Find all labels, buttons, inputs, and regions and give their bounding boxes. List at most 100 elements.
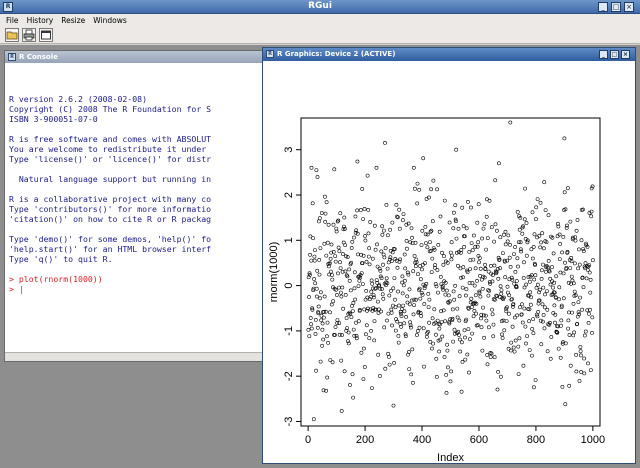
data-point: [522, 260, 526, 265]
data-point: [478, 294, 483, 299]
data-point: [385, 266, 390, 271]
data-point: [520, 231, 525, 236]
data-point: [383, 366, 388, 371]
data-point: [454, 147, 459, 152]
data-point: [555, 234, 560, 239]
console-titlebar[interactable]: R R Console: [5, 51, 269, 63]
data-point: [461, 224, 466, 229]
data-point: [397, 226, 402, 231]
data-point: [435, 318, 440, 323]
graphics-minimize-icon[interactable]: _: [599, 50, 608, 59]
data-point: [411, 312, 416, 317]
x-tick-label: 800: [527, 434, 545, 446]
r-graphics-icon: R: [266, 50, 274, 58]
data-point: [561, 234, 566, 239]
menu-resize[interactable]: Resize: [61, 16, 85, 25]
console-window[interactable]: R R Console R version 2.6.2 (2008-02-08)…: [4, 50, 270, 362]
data-point: [421, 326, 426, 331]
data-point: [479, 316, 483, 321]
data-point: [361, 377, 366, 382]
data-point: [319, 318, 324, 323]
console-prompt[interactable]: > |: [9, 284, 24, 294]
data-point: [506, 311, 511, 316]
console-output[interactable]: R version 2.6.2 (2008-02-08) Copyright (…: [5, 63, 269, 343]
graphics-maximize-icon[interactable]: □: [610, 50, 619, 59]
data-point: [466, 327, 471, 332]
data-point: [318, 296, 323, 301]
data-point: [413, 264, 418, 269]
data-point: [543, 208, 548, 213]
data-point: [340, 285, 345, 290]
data-point: [444, 288, 449, 293]
open-script-icon[interactable]: [5, 27, 19, 42]
data-point: [369, 328, 374, 333]
data-point: [530, 327, 535, 331]
data-point: [389, 307, 394, 312]
menu-file[interactable]: File: [6, 16, 19, 25]
data-point: [463, 293, 468, 298]
data-point: [530, 210, 535, 215]
data-point: [499, 288, 504, 293]
data-point: [434, 356, 439, 361]
data-point: [465, 199, 470, 204]
data-point: [352, 270, 357, 275]
data-point: [527, 319, 532, 324]
data-point: [405, 294, 410, 299]
print-icon[interactable]: [22, 27, 36, 42]
data-point: [586, 361, 590, 366]
data-point: [572, 330, 577, 335]
data-point: [481, 226, 486, 231]
data-point: [444, 372, 449, 377]
data-point: [587, 270, 592, 275]
data-point: [482, 335, 487, 340]
data-point: [578, 345, 583, 349]
data-point: [422, 286, 427, 291]
data-point: [514, 279, 519, 283]
menu-windows[interactable]: Windows: [93, 16, 126, 25]
data-point: [530, 256, 535, 261]
data-point: [358, 208, 363, 212]
graphics-window[interactable]: R R Graphics: Device 2 (ACTIVE) _ □ × 0 2…: [262, 47, 636, 464]
new-window-icon[interactable]: [39, 27, 53, 42]
data-point: [469, 296, 474, 301]
data-point: [490, 312, 495, 317]
data-point: [341, 252, 345, 256]
data-point: [459, 389, 464, 394]
data-point: [538, 200, 543, 205]
data-point: [541, 246, 546, 251]
data-point: [582, 356, 587, 361]
data-point: [578, 349, 583, 354]
data-point: [563, 260, 567, 265]
graphics-titlebar[interactable]: R R Graphics: Device 2 (ACTIVE) _ □ ×: [263, 48, 635, 61]
data-point: [565, 186, 570, 191]
data-point: [424, 241, 428, 246]
data-point: [422, 302, 427, 306]
minimize-icon[interactable]: _: [598, 2, 608, 12]
data-point: [520, 320, 525, 325]
data-point: [389, 310, 394, 315]
data-point: [503, 242, 508, 247]
data-point: [410, 235, 415, 240]
data-point: [308, 252, 313, 257]
data-point: [489, 351, 494, 356]
data-point: [347, 267, 352, 272]
data-point: [355, 159, 360, 164]
close-icon[interactable]: ×: [624, 2, 634, 12]
data-point: [380, 232, 385, 237]
data-point: [572, 289, 577, 294]
menu-history[interactable]: History: [27, 16, 54, 25]
data-point: [369, 278, 374, 283]
graphics-close-icon[interactable]: ×: [621, 50, 630, 59]
data-point: [337, 321, 342, 326]
maximize-icon[interactable]: □: [611, 2, 621, 12]
data-point: [319, 211, 324, 215]
data-point: [323, 211, 328, 216]
data-point: [395, 265, 400, 270]
data-point: [317, 219, 321, 224]
app-titlebar: R RGui _ □ ×: [0, 0, 640, 14]
console-horizontal-scrollbar[interactable]: [5, 352, 269, 361]
data-point: [382, 325, 387, 330]
data-point: [409, 372, 414, 377]
data-point: [454, 250, 459, 255]
data-point: [463, 335, 467, 340]
